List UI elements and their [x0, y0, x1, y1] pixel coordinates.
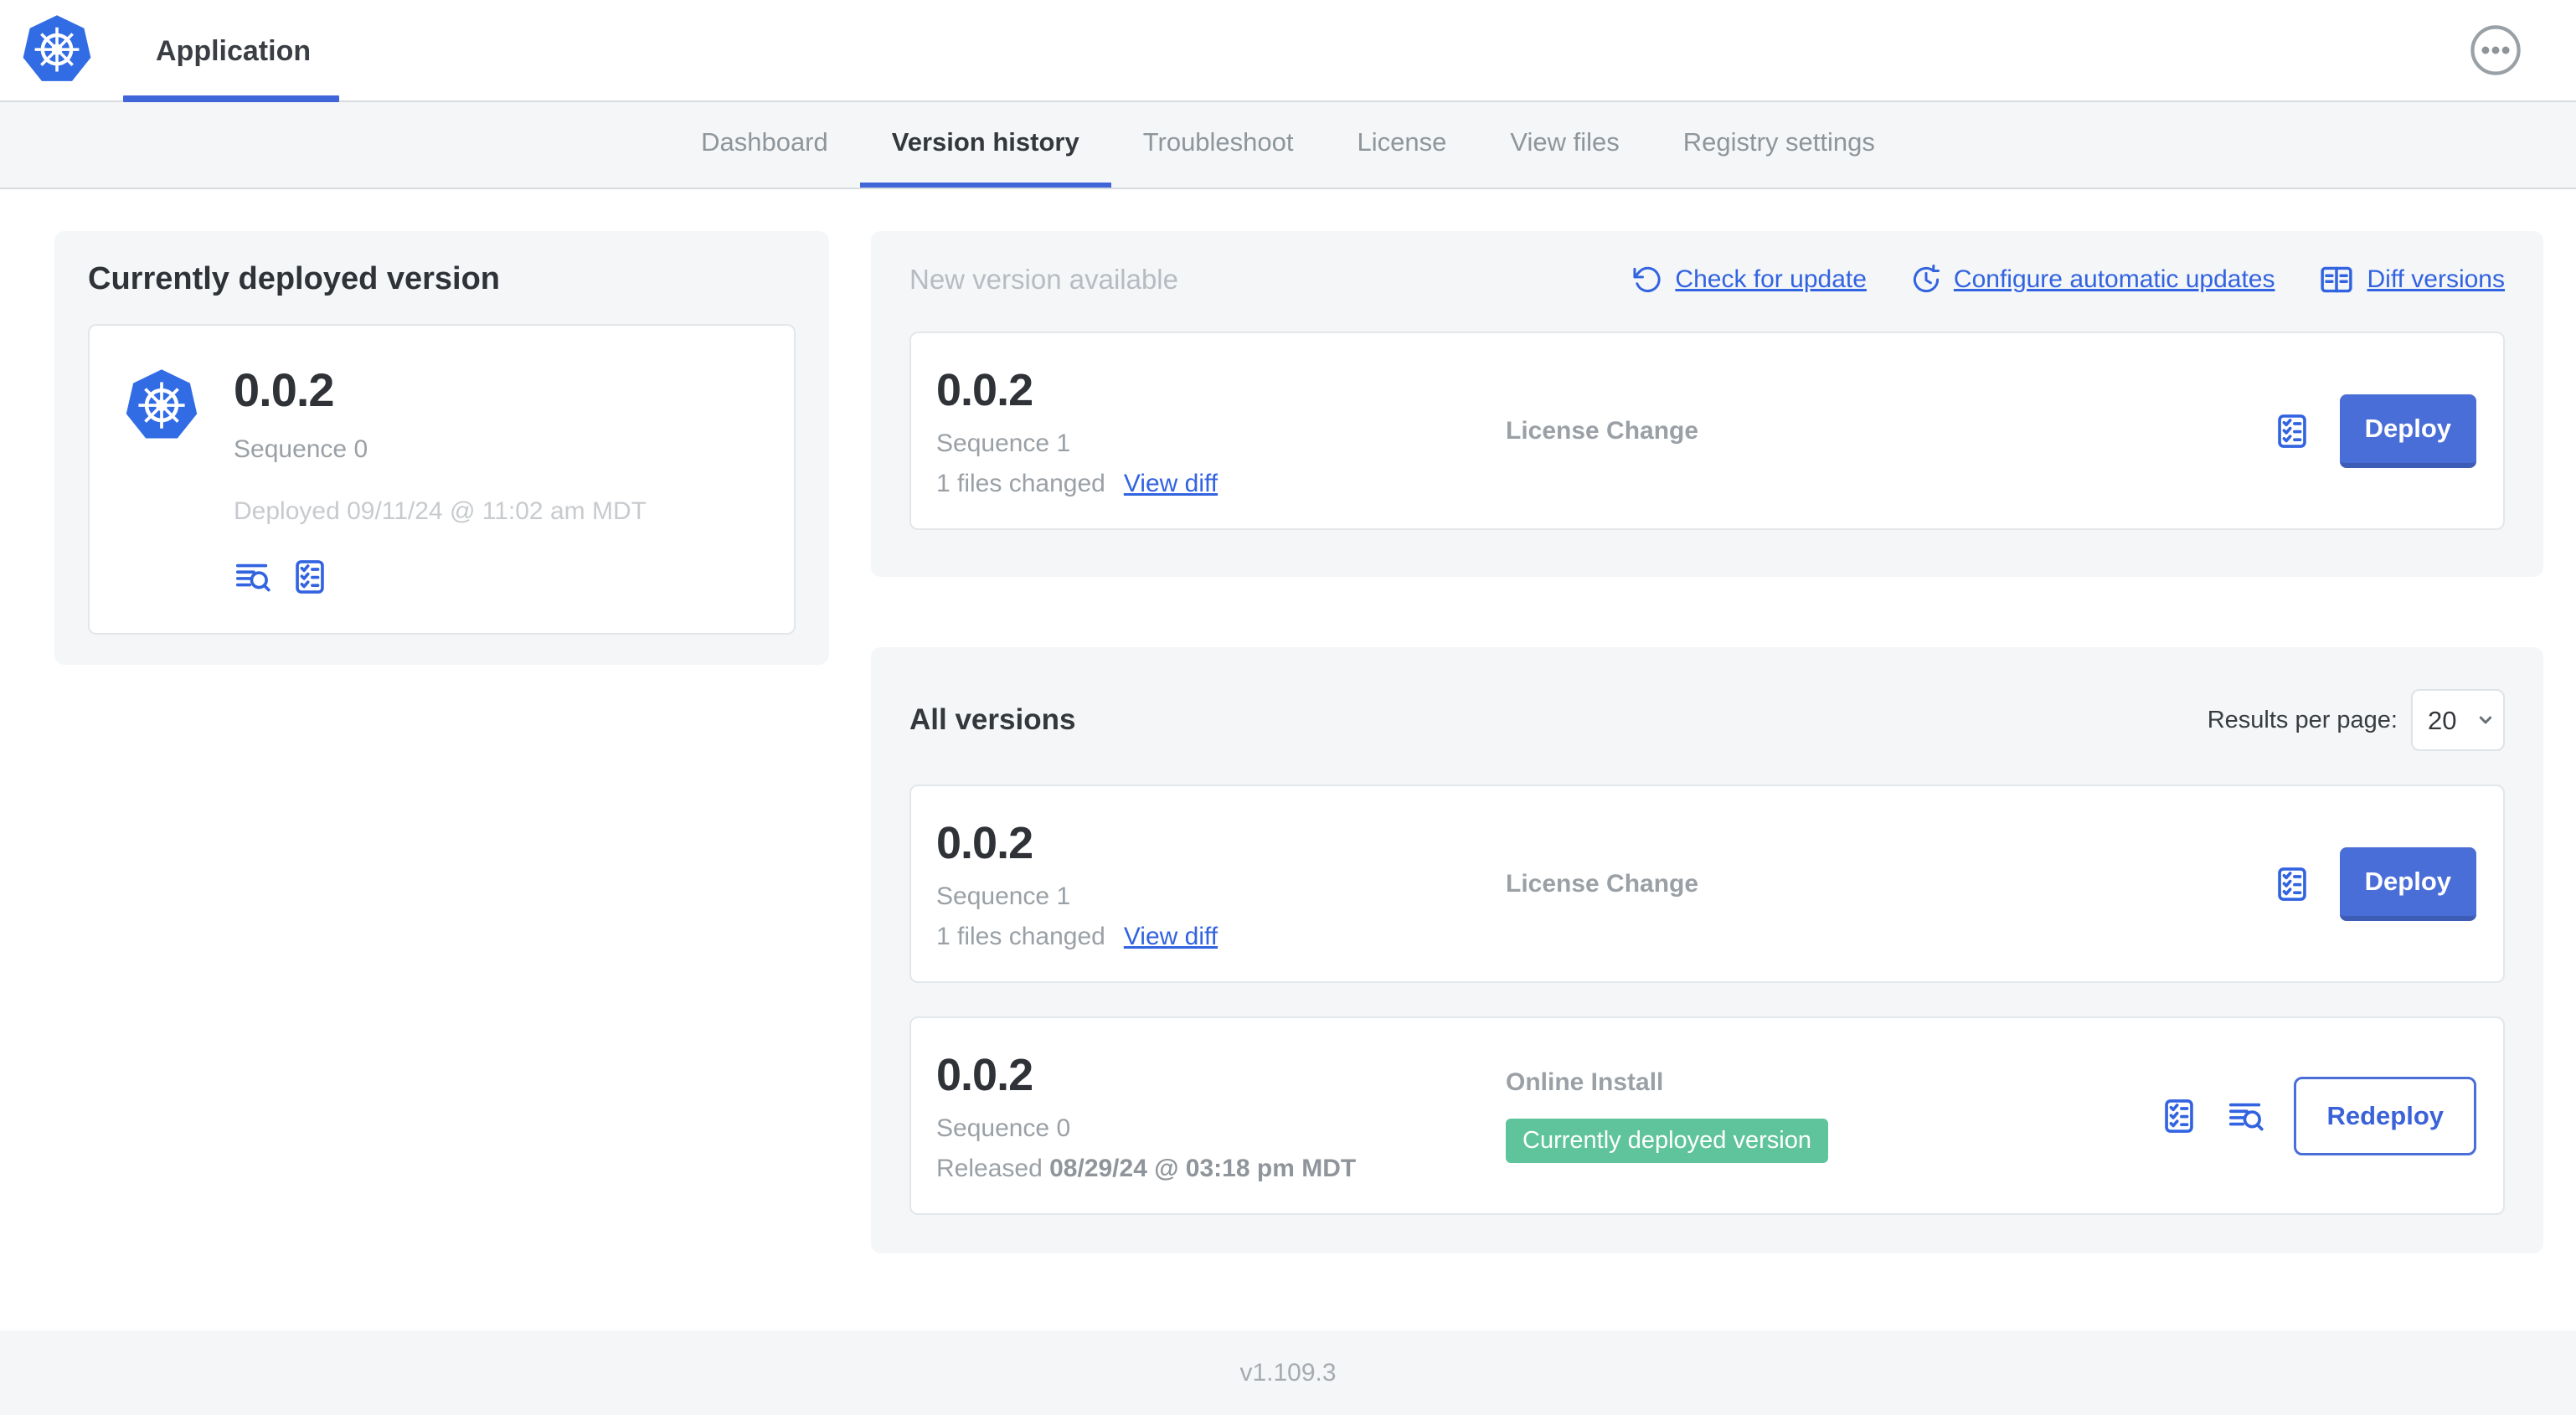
version-info: 0.0.2 Sequence 0 Released 08/29/24 @ 03:… — [936, 1049, 1506, 1183]
check-for-update-link[interactable]: Check for update — [1631, 264, 1867, 296]
results-per-page-label: Results per page: — [2207, 706, 2398, 733]
version-actions: Deploy — [2273, 846, 2476, 921]
deploy-button[interactable]: Deploy — [2339, 394, 2476, 468]
view-preflight-checks-button[interactable] — [2273, 865, 2311, 903]
new-version-header: New version available Check for update C… — [909, 261, 2505, 298]
console-version: v1.109.3 — [1239, 1358, 1337, 1387]
version-sequence: Sequence 0 — [936, 1114, 1071, 1142]
new-version-panel: New version available Check for update C… — [871, 231, 2543, 577]
results-per-page-select[interactable]: 20 — [2411, 689, 2505, 751]
ellipsis-icon — [2470, 25, 2521, 75]
app-title-tab[interactable]: Application — [156, 0, 311, 102]
overflow-menu-button[interactable] — [2469, 23, 2522, 77]
deploy-button[interactable]: Deploy — [2339, 846, 2476, 921]
results-per-page-select-wrap: 20 — [2411, 689, 2505, 751]
version-actions: Deploy — [2273, 394, 2476, 468]
files-changed-row: 1 files changed View diff — [936, 923, 1506, 951]
version-info: 0.0.2 Sequence 1 1 files changed View di… — [936, 364, 1506, 498]
tab-troubleshoot[interactable]: Troubleshoot — [1111, 102, 1326, 188]
all-versions-panel: All versions Results per page: 20 0.0.2 … — [871, 647, 2543, 1253]
logs-icon — [2229, 1103, 2264, 1130]
diff-versions-link[interactable]: Diff versions — [2318, 261, 2505, 298]
refresh-icon — [1633, 266, 1661, 292]
versions-section: New version available Check for update C… — [871, 231, 2543, 1253]
checklist-icon — [2277, 414, 2306, 448]
new-version-row: 0.0.2 Sequence 1 1 files changed View di… — [909, 332, 2505, 530]
version-number: 0.0.2 — [936, 817, 1033, 868]
configure-automatic-updates-link[interactable]: Configure automatic updates — [1910, 264, 2275, 296]
current-version-sequence: Sequence 0 — [234, 435, 368, 463]
tab-view-files[interactable]: View files — [1478, 102, 1651, 188]
version-number: 0.0.2 — [936, 364, 1033, 415]
view-logs-button[interactable] — [234, 558, 272, 596]
current-version-info: 0.0.2 Sequence 0 Deployed 09/11/24 @ 11:… — [234, 363, 647, 596]
view-deploy-logs-button[interactable] — [2227, 1097, 2265, 1135]
app-header: Application — [0, 0, 2576, 102]
app-footer: v1.109.3 — [0, 1330, 2576, 1415]
update-actions: Check for update Configure automatic upd… — [1631, 261, 2505, 298]
app-title-active-indicator — [123, 95, 339, 102]
files-changed-row: 1 files changed View diff — [936, 470, 1506, 498]
currently-deployed-card: 0.0.2 Sequence 0 Deployed 09/11/24 @ 11:… — [88, 324, 796, 635]
current-version-deployed-date: Deployed 09/11/24 @ 11:02 am MDT — [234, 497, 647, 525]
diff-icon — [2321, 266, 2353, 293]
admin-console-page: Application Dashboard Version history Tr… — [0, 0, 2576, 1415]
main-content: Currently deployed version 0.0.2 Sequenc… — [0, 189, 2576, 1330]
new-version-title: New version available — [909, 264, 1178, 295]
version-source: License Change — [1506, 416, 1699, 445]
view-diff-link[interactable]: View diff — [1124, 470, 1218, 498]
results-per-page: Results per page: 20 — [2208, 689, 2505, 751]
redeploy-button[interactable]: Redeploy — [2294, 1076, 2476, 1155]
version-sequence: Sequence 1 — [936, 882, 1071, 910]
checklist-icon — [2165, 1099, 2194, 1133]
version-source-column: Online Install Currently deployed versio… — [1506, 1068, 2160, 1163]
currently-deployed-section: Currently deployed version 0.0.2 Sequenc… — [54, 231, 829, 665]
currently-deployed-title: Currently deployed version — [88, 261, 501, 296]
files-changed-count: 1 files changed — [936, 469, 1105, 497]
version-source: License Change — [1506, 869, 1699, 898]
version-source-column: License Change — [1506, 870, 2273, 898]
view-preflight-checks-button[interactable] — [2160, 1097, 2198, 1135]
version-row-sequence-1: 0.0.2 Sequence 1 1 files changed View di… — [909, 785, 2505, 983]
tab-registry-settings[interactable]: Registry settings — [1651, 102, 1907, 188]
version-number: 0.0.2 — [936, 1049, 1033, 1100]
version-released-date: Released 08/29/24 @ 03:18 pm MDT — [936, 1154, 1357, 1182]
version-info: 0.0.2 Sequence 1 1 files changed View di… — [936, 817, 1506, 951]
view-diff-link[interactable]: View diff — [1124, 923, 1218, 951]
currently-deployed-badge: Currently deployed version — [1506, 1119, 1828, 1163]
version-sequence: Sequence 1 — [936, 429, 1071, 457]
files-changed-count: 1 files changed — [936, 922, 1105, 950]
checklist-icon — [296, 560, 324, 594]
logs-icon — [235, 563, 270, 592]
kubernetes-logo-icon[interactable] — [20, 13, 94, 87]
currently-deployed-panel: Currently deployed version 0.0.2 Sequenc… — [54, 231, 829, 665]
version-source: Online Install — [1506, 1068, 1664, 1096]
view-preflight-checks-button[interactable] — [291, 558, 329, 596]
version-actions: Redeploy — [2160, 1076, 2476, 1155]
kubernetes-app-icon — [126, 369, 198, 439]
main-nav: Dashboard Version history Troubleshoot L… — [0, 102, 2576, 189]
tab-license[interactable]: License — [1326, 102, 1479, 188]
view-preflight-checks-button[interactable] — [2273, 412, 2311, 450]
tab-dashboard[interactable]: Dashboard — [669, 102, 860, 188]
tab-version-history[interactable]: Version history — [859, 102, 1111, 188]
version-row-sequence-0: 0.0.2 Sequence 0 Released 08/29/24 @ 03:… — [909, 1016, 2505, 1215]
current-version-actions — [234, 558, 647, 596]
all-versions-header: All versions Results per page: 20 — [909, 689, 2505, 751]
scheduled-update-clock-icon — [1913, 265, 1940, 293]
checklist-icon — [2277, 867, 2306, 901]
all-versions-title: All versions — [909, 703, 1076, 736]
current-version-number: 0.0.2 — [234, 363, 335, 416]
version-source-column: License Change — [1506, 417, 2273, 445]
